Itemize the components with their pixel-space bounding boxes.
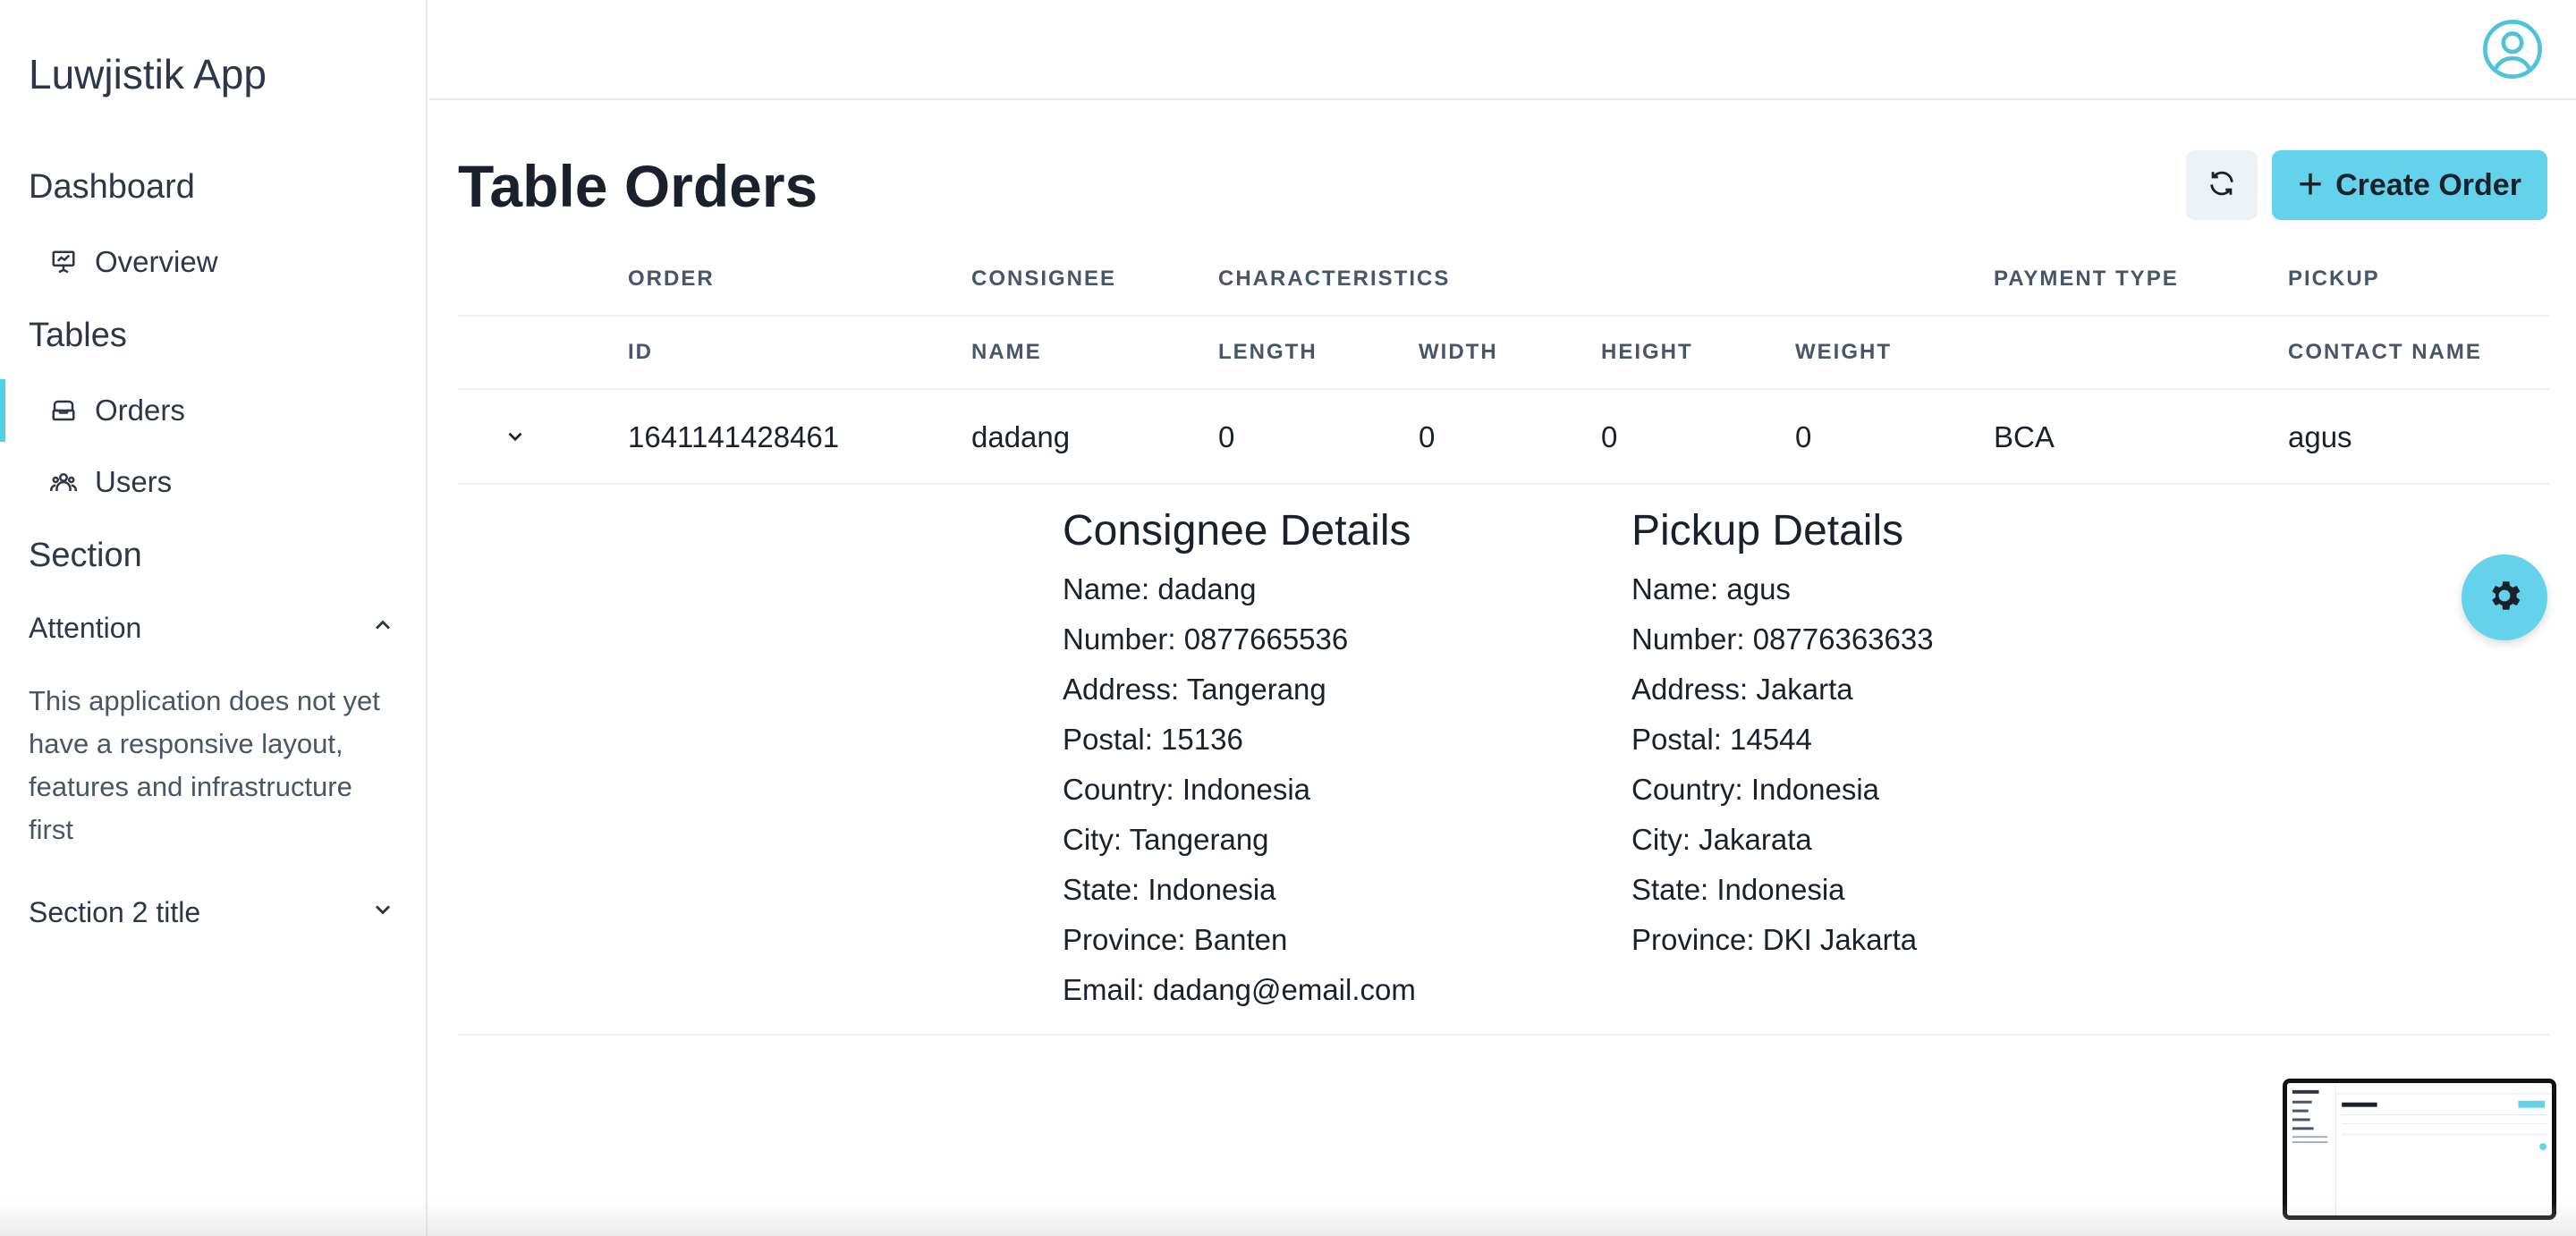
column-header-length: LENGTH (1218, 340, 1318, 364)
app-window: Luwjistik App Dashboard Overview Tables … (0, 0, 2576, 1236)
pickup-address: Address: Jakarta (1631, 673, 1853, 706)
row-divider (458, 483, 2549, 485)
user-circle-icon[interactable] (2481, 18, 2544, 80)
sidebar-item-label: Overview (95, 245, 218, 278)
sidebar-item-label: Users (95, 465, 173, 498)
group-header-pickup: PICKUP (2288, 267, 2380, 291)
group-header-consignee: CONSIGNEE (971, 267, 1117, 291)
consignee-province: Province: Banten (1063, 923, 1288, 956)
sidebar-heading-dashboard: Dashboard (29, 168, 195, 206)
accordion-attention-body: This application does not yet have a res… (29, 685, 380, 845)
cell-consignee-name: dadang (971, 420, 1071, 453)
chevron-down-icon (370, 896, 395, 929)
app-brand[interactable]: Luwjistik App (29, 50, 267, 98)
column-header-weight: WEIGHT (1795, 340, 1892, 364)
chevron-down-icon (504, 425, 527, 453)
header-divider (458, 388, 2549, 390)
header-divider (458, 315, 2549, 317)
consignee-city: City: Tangerang (1063, 823, 1269, 856)
sidebar-heading-tables: Tables (29, 317, 127, 354)
refresh-button[interactable] (2186, 150, 2258, 220)
pickup-details: Pickup Details Name: agus Number: 087763… (1631, 506, 1934, 965)
accordion-title: Attention (29, 612, 142, 644)
accordion-attention-toggle[interactable]: Attention (29, 612, 395, 645)
consignee-email: Email: dadang@email.com (1063, 973, 1416, 1006)
cell-pickup-contact: agus (2288, 420, 2352, 453)
page-title: Table Orders (458, 153, 818, 219)
sidebar-item-overview[interactable]: Overview (0, 231, 426, 293)
consignee-details-title: Consignee Details (1063, 507, 1411, 555)
pickup-city: City: Jakarata (1631, 823, 1812, 856)
settings-button[interactable] (2462, 555, 2547, 640)
page-thumbnail[interactable] (2283, 1079, 2556, 1220)
cell-width: 0 (1419, 420, 1436, 453)
column-header-width: WIDTH (1419, 340, 1498, 364)
row-expand-toggle[interactable] (499, 422, 531, 454)
consignee-address: Address: Tangerang (1063, 673, 1326, 706)
column-header-height: HEIGHT (1601, 340, 1693, 364)
presentation-icon (50, 249, 77, 275)
accordion-section2-toggle[interactable]: Section 2 title (29, 896, 395, 929)
column-header-name: NAME (971, 340, 1042, 364)
cell-weight: 0 (1795, 420, 1812, 453)
pickup-postal: Postal: 14544 (1631, 723, 1812, 756)
sidebar: Luwjistik App Dashboard Overview Tables … (0, 0, 428, 1236)
pickup-number: Number: 08776363633 (1631, 622, 1934, 656)
create-order-label: Create Order (2335, 167, 2521, 202)
plus-icon: + (2298, 161, 2324, 208)
details-divider (458, 1034, 2549, 1036)
sidebar-item-label: Orders (95, 394, 185, 427)
group-header-order: ORDER (628, 267, 715, 291)
sidebar-item-users[interactable]: Users (0, 451, 426, 513)
users-icon (50, 469, 77, 495)
consignee-number: Number: 0877665536 (1063, 622, 1349, 656)
consignee-country: Country: Indonesia (1063, 773, 1311, 806)
cell-payment-type: BCA (1994, 420, 2055, 453)
pickup-details-title: Pickup Details (1631, 507, 1904, 555)
group-header-characteristics: CHARACTERISTICS (1218, 267, 1451, 291)
cell-order-id: 1641141428461 (628, 420, 840, 453)
create-order-button[interactable]: + Create Order (2272, 150, 2547, 220)
inbox-icon (50, 397, 77, 424)
sidebar-heading-section: Section (29, 537, 142, 574)
accordion-title: Section 2 title (29, 896, 201, 928)
column-header-contact-name: CONTACT NAME (2288, 340, 2482, 364)
sidebar-item-orders[interactable]: Orders (0, 379, 426, 442)
consignee-details: Consignee Details Name: dadang Number: 0… (1063, 506, 1416, 1015)
group-header-payment-type: PAYMENT TYPE (1994, 267, 2179, 291)
chevron-up-icon (370, 612, 395, 645)
pickup-state: State: Indonesia (1631, 873, 1845, 906)
consignee-postal: Postal: 15136 (1063, 723, 1243, 756)
refresh-icon (2207, 168, 2237, 203)
gear-icon (2485, 576, 2524, 620)
consignee-name: Name: dadang (1063, 572, 1257, 605)
cell-height: 0 (1601, 420, 1618, 453)
consignee-state: State: Indonesia (1063, 873, 1276, 906)
column-header-id: ID (628, 340, 653, 364)
pickup-country: Country: Indonesia (1631, 773, 1880, 806)
pickup-province: Province: DKI Jakarta (1631, 923, 1918, 956)
pickup-name: Name: agus (1631, 572, 1791, 605)
top-bar (429, 0, 2576, 100)
cell-length: 0 (1218, 420, 1235, 453)
